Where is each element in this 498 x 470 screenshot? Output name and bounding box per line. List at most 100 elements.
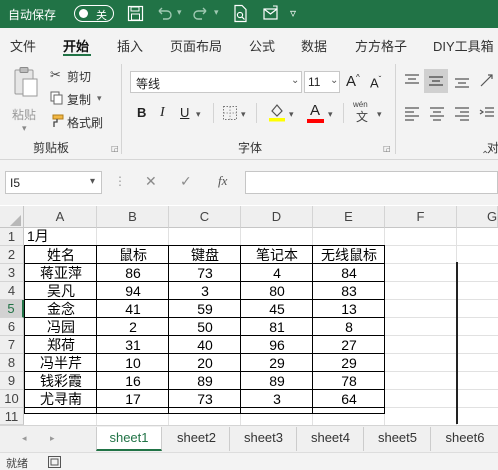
row-header-2[interactable]: 2 xyxy=(0,246,24,264)
redo-icon[interactable] xyxy=(192,5,210,25)
borders-dropdown-icon[interactable]: ▾ xyxy=(241,109,246,120)
tab-home[interactable]: 开始 xyxy=(63,36,89,55)
value-cell[interactable]: 20 xyxy=(169,354,241,372)
align-right-icon[interactable] xyxy=(454,105,470,124)
name-box-dropdown-icon[interactable]: ▾ xyxy=(90,176,95,187)
name-cell[interactable]: 郑荷 xyxy=(25,336,97,354)
grow-font-button[interactable]: A^ xyxy=(346,73,360,90)
value-cell[interactable]: 86 xyxy=(97,264,169,282)
row-header-5[interactable]: 5 xyxy=(0,300,24,318)
value-cell[interactable]: 8 xyxy=(313,318,385,336)
customize-toolbar-icon[interactable]: ▿ xyxy=(290,6,296,20)
value-cell[interactable]: 4 xyxy=(241,264,313,282)
name-cell[interactable]: 冯园 xyxy=(25,318,97,336)
header-cell[interactable]: 姓名 xyxy=(25,246,97,264)
macro-record-icon[interactable] xyxy=(48,456,61,470)
row-header-7[interactable]: 7 xyxy=(0,336,24,354)
value-cell[interactable]: 83 xyxy=(313,282,385,300)
print-preview-icon[interactable] xyxy=(232,4,249,26)
row-header-3[interactable]: 3 xyxy=(0,264,24,282)
send-icon[interactable] xyxy=(262,4,280,25)
font-color-button[interactable]: A xyxy=(307,102,325,124)
fill-color-dropdown-icon[interactable]: ▾ xyxy=(289,109,294,120)
tab-diy-toolbox[interactable]: DIY工具箱 xyxy=(433,36,494,55)
cell-a1[interactable]: 1月 xyxy=(27,227,49,245)
value-cell[interactable]: 31 xyxy=(97,336,169,354)
phonetic-button[interactable]: wén 文 xyxy=(352,100,374,126)
align-center-icon[interactable] xyxy=(429,105,445,124)
sheet-tab[interactable]: sheet5 xyxy=(365,427,431,451)
enter-icon[interactable]: ✓ xyxy=(180,173,192,190)
value-cell[interactable]: 27 xyxy=(313,336,385,354)
name-cell[interactable]: 冯半芹 xyxy=(25,354,97,372)
borders-icon[interactable] xyxy=(222,105,238,124)
column-header-b[interactable]: B xyxy=(97,206,169,228)
value-cell[interactable]: 96 xyxy=(241,336,313,354)
value-cell[interactable]: 89 xyxy=(169,372,241,390)
value-cell[interactable]: 29 xyxy=(313,354,385,372)
cancel-icon[interactable]: ✕ xyxy=(145,173,157,190)
insert-function-icon[interactable]: fx xyxy=(218,173,227,189)
value-cell[interactable]: 40 xyxy=(169,336,241,354)
name-cell[interactable]: 蒋亚萍 xyxy=(25,264,97,282)
redo-dropdown-icon[interactable]: ▾ xyxy=(214,7,219,18)
prev-sheet-icon[interactable]: ◂ xyxy=(22,433,27,444)
sheet-tab-active[interactable]: sheet1 xyxy=(96,427,162,451)
column-header-g[interactable]: G xyxy=(457,206,498,228)
font-name-select[interactable]: 等线 ⌄ xyxy=(130,71,302,93)
value-cell[interactable]: 13 xyxy=(313,300,385,318)
value-cell[interactable]: 89 xyxy=(241,372,313,390)
name-cell[interactable]: 金念 xyxy=(25,300,97,318)
column-header-f[interactable]: F xyxy=(385,206,457,228)
value-cell[interactable]: 10 xyxy=(97,354,169,372)
undo-icon[interactable] xyxy=(155,5,173,25)
tab-data[interactable]: 数据 xyxy=(301,36,327,55)
column-header-c[interactable]: C xyxy=(169,206,241,228)
font-size-select[interactable]: 11 ⌄ xyxy=(304,71,340,93)
fill-color-icon[interactable] xyxy=(268,102,286,125)
orientation-icon[interactable] xyxy=(478,71,496,92)
underline-button[interactable]: U xyxy=(180,105,189,120)
name-cell[interactable]: 尤寻南 xyxy=(25,390,97,408)
sheet-tab[interactable]: sheet6 xyxy=(432,427,498,451)
column-header-d[interactable]: D xyxy=(241,206,313,228)
sheet-tab[interactable]: sheet2 xyxy=(164,427,230,451)
value-cell[interactable]: 84 xyxy=(313,264,385,282)
row-header-4[interactable]: 4 xyxy=(0,282,24,300)
header-cell[interactable]: 无线鼠标 xyxy=(313,246,385,264)
align-top-icon[interactable] xyxy=(404,73,420,92)
value-cell[interactable]: 81 xyxy=(241,318,313,336)
tab-page-layout[interactable]: 页面布局 xyxy=(170,36,222,55)
column-header-a[interactable]: A xyxy=(24,206,97,228)
tab-fangfang[interactable]: 方方格子 xyxy=(355,36,407,55)
value-cell[interactable]: 59 xyxy=(169,300,241,318)
value-cell[interactable]: 73 xyxy=(169,390,241,408)
underline-dropdown-icon[interactable]: ▾ xyxy=(196,109,201,120)
header-cell[interactable]: 鼠标 xyxy=(97,246,169,264)
row-header-8[interactable]: 8 xyxy=(0,354,24,372)
value-cell[interactable]: 17 xyxy=(97,390,169,408)
align-middle-button[interactable] xyxy=(424,69,448,93)
name-box[interactable]: I5 ▾ xyxy=(5,171,102,194)
bold-button[interactable]: B xyxy=(137,105,146,120)
value-cell[interactable]: 64 xyxy=(313,390,385,408)
align-bottom-icon[interactable] xyxy=(454,73,470,92)
header-cell[interactable]: 键盘 xyxy=(169,246,241,264)
formula-bar-grip-icon[interactable]: ⋮ xyxy=(114,174,126,188)
italic-button[interactable]: I xyxy=(160,105,165,121)
name-cell[interactable]: 吴凡 xyxy=(25,282,97,300)
indent-icon[interactable] xyxy=(479,105,495,124)
select-all-corner[interactable] xyxy=(0,206,24,228)
align-left-icon[interactable] xyxy=(404,105,420,124)
paste-button[interactable]: 粘贴 ▾ xyxy=(8,66,44,133)
value-cell[interactable]: 29 xyxy=(241,354,313,372)
header-cell[interactable]: 笔记本 xyxy=(241,246,313,264)
tab-file[interactable]: 文件 xyxy=(10,36,36,55)
value-cell[interactable]: 94 xyxy=(97,282,169,300)
tab-insert[interactable]: 插入 xyxy=(117,36,143,55)
next-sheet-icon[interactable]: ▸ xyxy=(50,433,55,444)
font-launcher-icon[interactable]: ◲ xyxy=(383,144,391,153)
value-cell[interactable]: 80 xyxy=(241,282,313,300)
row-header-11[interactable]: 11 xyxy=(0,408,24,425)
column-header-e[interactable]: E xyxy=(313,206,385,228)
